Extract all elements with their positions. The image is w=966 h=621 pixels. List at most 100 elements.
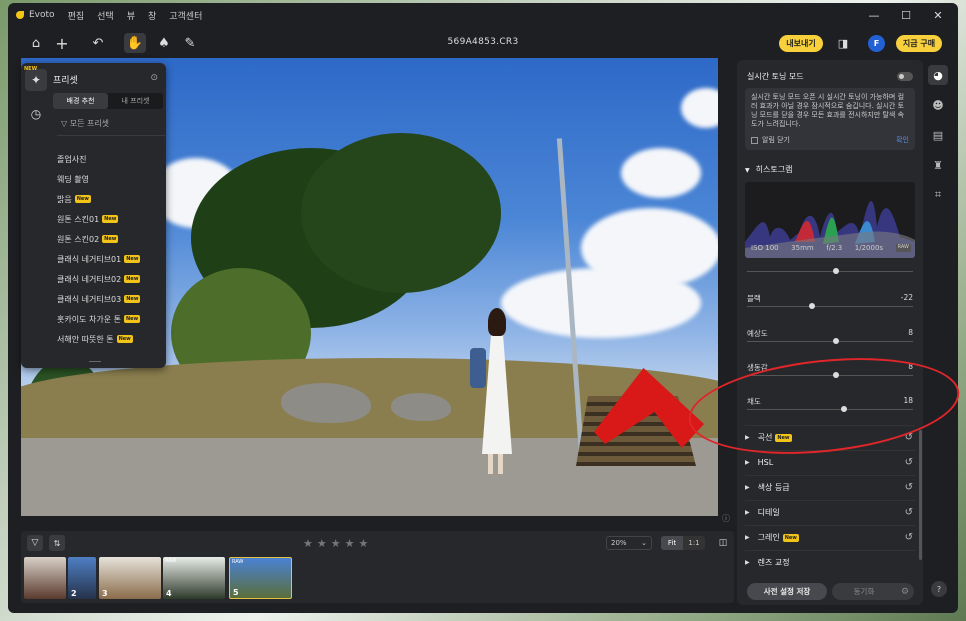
section-label: HSL	[757, 458, 774, 467]
preset-item[interactable]: 서해안 따뜻한 톤 New	[57, 329, 162, 349]
exif-shutter: 1/2000s	[854, 244, 884, 252]
preset-title: 프리셋	[53, 76, 78, 86]
brush-tool-icon[interactable]: ♠	[154, 33, 174, 53]
evoto-logo-icon	[16, 11, 24, 19]
preset-settings-icon[interactable]: ⊙	[150, 73, 158, 83]
sync-button[interactable]: 동기화	[832, 583, 896, 600]
title-bar: Evoto 편집 선택 뷰 창 고객센터 — ☐ ✕	[8, 3, 958, 27]
adjust-panel: 실시간 토닝 모드 실시간 토닝 모드 오픈 시 실시간 토닝이 가능하며 컬러…	[737, 60, 923, 605]
zoom-select[interactable]: 20% ⌄	[606, 536, 652, 550]
add-icon[interactable]: +	[52, 33, 72, 53]
account-avatar[interactable]: F	[868, 35, 885, 52]
help-button[interactable]: ?	[931, 581, 947, 597]
filter-icon: ▽	[61, 119, 70, 128]
preset-item[interactable]: 클래식 네거티브01 New	[57, 249, 162, 269]
minimize-button[interactable]: —	[858, 3, 890, 27]
exif-aperture: f/2.3	[826, 244, 843, 252]
preset-list: 졸업사진 웨딩 촬영 밝음 New 원톤 스킨01 New 원톤 스킨02 New 클래식 네거…	[57, 149, 162, 349]
one-to-one-button[interactable]: 1:1	[683, 536, 705, 550]
star-icon[interactable]: ★	[331, 537, 345, 550]
preset-item[interactable]: 클래식 네거티브03 New	[57, 289, 162, 309]
confirm-link[interactable]: 확인	[896, 136, 909, 145]
compare-icon[interactable]: ◨	[834, 33, 852, 53]
rating-stars[interactable]: ★★★★★	[303, 537, 372, 550]
reset-icon[interactable]: ↺	[905, 532, 913, 543]
scrollbar[interactable]	[919, 430, 922, 560]
preset-item-label: 원톤 스킨02	[57, 234, 100, 244]
star-icon[interactable]: ★	[303, 537, 317, 550]
tab-my-presets[interactable]: 내 프리셋	[108, 93, 163, 109]
thumbnail-5-selected[interactable]: RAW 5	[229, 557, 292, 599]
preset-item[interactable]: 웨딩 촬영	[57, 169, 162, 189]
thumbnail-4[interactable]: RAW 4	[163, 557, 225, 599]
star-icon[interactable]: ★	[317, 537, 331, 550]
preset-item[interactable]: 졸업사진	[57, 149, 162, 169]
raw-badge: RAW	[232, 559, 244, 565]
preset-item[interactable]: 밝음 New	[57, 189, 162, 209]
preset-item[interactable]: 원톤 스킨02 New	[57, 229, 162, 249]
info-icon[interactable]: ⓘ	[722, 513, 730, 524]
preset-item[interactable]: 원톤 스킨01 New	[57, 209, 162, 229]
star-icon[interactable]: ★	[359, 537, 373, 550]
fit-button[interactable]: Fit	[661, 536, 683, 550]
preset-tabs: 배경 추천 내 프리셋	[53, 93, 163, 109]
section-4[interactable]: ▶ 그레인 New ↺	[745, 525, 915, 549]
save-preset-button[interactable]: 사전 설정 저장	[747, 583, 827, 600]
section-3[interactable]: ▶ 디테일 ↺	[745, 500, 915, 524]
color-palette-icon[interactable]: ◕	[928, 65, 948, 85]
app-name: Evoto	[29, 10, 55, 20]
slider-knob[interactable]	[833, 338, 840, 344]
home-icon[interactable]: ⌂	[26, 33, 46, 53]
realtime-toggle[interactable]	[897, 72, 913, 81]
tab-recommended[interactable]: 배경 추천	[53, 93, 108, 109]
toolbar: ⌂ + ↶ ✋ ♠ ✎ 569A4853.CR3 내보내기 ◨ F 지금 구매	[8, 27, 958, 59]
clothing-icon[interactable]: ♜	[928, 155, 948, 175]
history-icon[interactable]: ◷	[25, 103, 47, 125]
slider-knob[interactable]	[809, 303, 816, 309]
background-icon[interactable]: ▤	[928, 125, 948, 145]
file-name: 569A4853.CR3	[447, 37, 519, 47]
section-2[interactable]: ▶ 색상 등급 ↺	[745, 475, 915, 499]
caret-right-icon: ▶	[745, 509, 750, 516]
menu-select[interactable]: 선택	[97, 9, 114, 22]
export-button[interactable]: 내보내기	[779, 35, 823, 52]
slider-0[interactable]: 블랙 -22	[747, 293, 913, 313]
histogram-header[interactable]: ▼ 히스토그램	[745, 164, 792, 175]
filter-button-icon[interactable]: ▽	[27, 535, 43, 551]
crop-icon[interactable]: ⌗	[928, 185, 948, 205]
preset-add-icon[interactable]: ✦	[25, 69, 47, 91]
maximize-button[interactable]: ☐	[890, 3, 922, 27]
preset-filter[interactable]: ▽ 모든 프리셋	[61, 118, 109, 129]
panel-toggle-icon[interactable]: ◫	[715, 535, 731, 551]
new-tag: New	[102, 235, 119, 243]
slider-label: 예상도	[747, 329, 768, 338]
sync-settings-icon[interactable]: ⚙	[896, 583, 914, 600]
new-tag: New	[782, 533, 799, 542]
exif-format: RAW	[895, 244, 911, 252]
thumbnail-3[interactable]: 3	[99, 557, 161, 599]
hide-notice-checkbox[interactable]: 알림 닫기	[751, 136, 790, 145]
star-icon[interactable]: ★	[345, 537, 359, 550]
reset-icon[interactable]: ↺	[905, 457, 913, 468]
reset-icon[interactable]: ↺	[905, 482, 913, 493]
hand-tool-icon[interactable]: ✋	[124, 33, 146, 53]
exif-iso: ISO 100	[751, 244, 779, 252]
face-retouch-icon[interactable]: ☻	[928, 95, 948, 115]
reset-icon[interactable]: ↺	[905, 507, 913, 518]
menu-support[interactable]: 고객센터	[169, 9, 202, 22]
undo-icon[interactable]: ↶	[86, 33, 110, 53]
eraser-tool-icon[interactable]: ✎	[180, 33, 200, 53]
menu-window[interactable]: 창	[148, 9, 156, 22]
menu-view[interactable]: 뷰	[127, 9, 135, 22]
menu-edit[interactable]: 편집	[68, 9, 85, 22]
section-5[interactable]: ▶ 렌즈 교정	[745, 550, 915, 574]
close-button[interactable]: ✕	[922, 3, 954, 27]
thumbnail-1[interactable]	[24, 557, 66, 599]
slider-whites-partial[interactable]	[747, 258, 913, 278]
buy-now-button[interactable]: 지금 구매	[896, 35, 942, 52]
thumbnail-2[interactable]: 2	[68, 557, 96, 599]
slider-1[interactable]: 예상도 8	[747, 328, 913, 348]
sort-icon[interactable]: ⇅	[49, 535, 65, 551]
preset-item[interactable]: 클래식 네거티브02 New	[57, 269, 162, 289]
preset-item[interactable]: 홋카이도 차가운 톤 New	[57, 309, 162, 329]
